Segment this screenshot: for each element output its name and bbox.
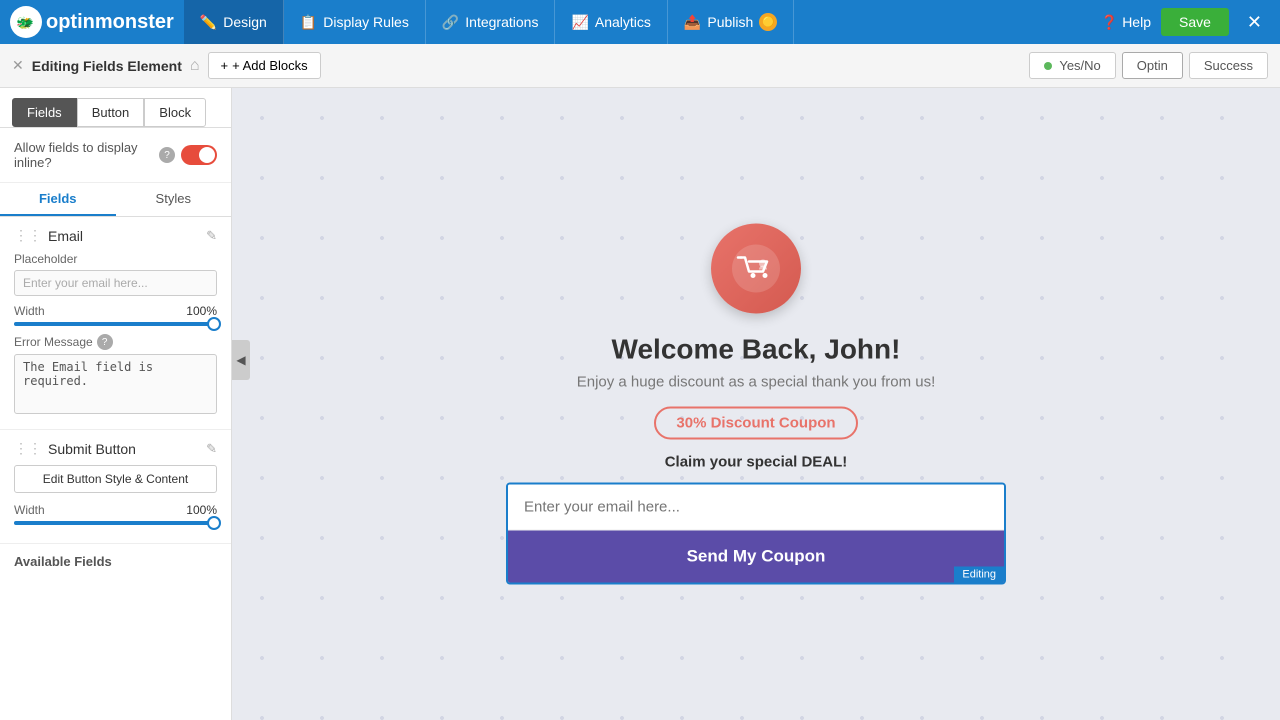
width-value-email: 100%	[186, 304, 217, 318]
width-slider-email[interactable]	[14, 322, 217, 326]
editing-title: Editing Fields Element	[32, 58, 182, 74]
view-yes-no-button[interactable]: Yes/No	[1029, 52, 1116, 79]
logo-text: optinmonster	[46, 11, 174, 34]
home-icon[interactable]: ⌂	[190, 57, 200, 75]
sub-tab-styles[interactable]: Styles	[116, 183, 232, 216]
canvas-area: Welcome Back, John! Enjoy a huge discoun…	[232, 88, 1280, 720]
popup-content: Welcome Back, John! Enjoy a huge discoun…	[506, 224, 1006, 585]
error-msg-textarea[interactable]: The Email field is required.	[14, 354, 217, 414]
submit-section-header: ⋮⋮ Submit Button ✎	[14, 440, 217, 457]
view-success-button[interactable]: Success	[1189, 52, 1268, 79]
help-button[interactable]: ❓ Help	[1101, 14, 1151, 31]
claim-deal-text: Claim your special DEAL!	[506, 454, 1006, 471]
range-fill-submit	[14, 521, 217, 525]
close-button[interactable]: ✕	[1239, 8, 1270, 37]
inline-help-icon[interactable]: ?	[159, 147, 175, 163]
nav-tab-design[interactable]: ✏️ Design	[184, 0, 284, 44]
available-fields-label: Available Fields	[0, 544, 231, 573]
logo: 🐲 optinmonster	[10, 6, 174, 38]
width-slider-submit[interactable]	[14, 521, 217, 525]
analytics-icon: 📈	[571, 14, 588, 31]
popup-subtitle: Enjoy a huge discount as a special thank…	[506, 374, 1006, 391]
nav-tabs: ✏️ Design 📋 Display Rules 🔗 Integrations…	[184, 0, 795, 44]
email-field-section: ⋮⋮ Email ✎ Placeholder Width 100% Error …	[0, 217, 231, 430]
nav-tab-publish[interactable]: 📤 Publish 🟡	[668, 0, 794, 44]
popup-title: Welcome Back, John!	[506, 334, 1006, 366]
shopping-cart-icon	[731, 244, 781, 294]
logo-icon: 🐲	[10, 6, 42, 38]
tab-fields[interactable]: Fields	[12, 98, 77, 127]
editing-tag: Editing	[954, 567, 1004, 583]
publish-badge: 🟡	[759, 13, 777, 31]
view-switcher: Yes/No Optin Success	[1029, 52, 1268, 79]
submit-button-title: Submit Button	[48, 441, 200, 457]
optin-submit-button[interactable]: Send My Coupon	[508, 531, 1004, 583]
secondary-navigation: ✕ Editing Fields Element ⌂ + + Add Block…	[0, 44, 1280, 88]
secondary-left: ✕ Editing Fields Element ⌂ + + Add Block…	[12, 52, 321, 79]
drag-handle-email[interactable]: ⋮⋮	[14, 227, 42, 244]
width-label-email: Width	[14, 304, 45, 318]
width-label-submit: Width	[14, 503, 45, 517]
error-msg-help-icon[interactable]: ?	[97, 334, 113, 350]
inline-toggle-switch[interactable]	[181, 145, 217, 165]
inline-label: Allow fields to display inline?	[14, 140, 153, 170]
svg-text:🐲: 🐲	[16, 16, 34, 32]
nav-tab-display-rules[interactable]: 📋 Display Rules	[284, 0, 426, 44]
display-rules-icon: 📋	[300, 14, 317, 31]
view-optin-button[interactable]: Optin	[1122, 52, 1183, 79]
yes-no-dot	[1044, 62, 1052, 70]
popup-icon-circle	[711, 224, 801, 314]
placeholder-input[interactable]	[14, 270, 217, 296]
close-editing-button[interactable]: ✕	[12, 57, 24, 74]
coupon-badge: 30% Discount Coupon	[654, 407, 857, 440]
optin-form-box: Send My Coupon Editing	[506, 483, 1006, 585]
toggle-knob	[199, 147, 215, 163]
range-fill-email	[14, 322, 217, 326]
error-msg-row: Error Message ?	[14, 334, 217, 350]
drag-handle-submit[interactable]: ⋮⋮	[14, 440, 42, 457]
add-blocks-button[interactable]: + + Add Blocks	[208, 52, 321, 79]
integrations-icon: 🔗	[442, 14, 459, 31]
width-value-submit: 100%	[186, 503, 217, 517]
sub-tab-fields[interactable]: Fields	[0, 183, 116, 216]
sidebar: Fields Button Block Allow fields to disp…	[0, 88, 232, 720]
design-icon: ✏️	[200, 14, 217, 31]
nav-tab-analytics[interactable]: 📈 Analytics	[555, 0, 667, 44]
placeholder-label: Placeholder	[14, 252, 217, 266]
nav-right: ❓ Help Save ✕	[1101, 8, 1270, 37]
sub-tabs: Fields Styles	[0, 183, 231, 217]
inline-toggle-row: Allow fields to display inline? ?	[0, 128, 231, 183]
field-type-tabs: Fields Button Block	[0, 88, 231, 128]
edit-button-style-button[interactable]: Edit Button Style & Content	[14, 465, 217, 493]
range-thumb-submit[interactable]	[207, 516, 221, 530]
nav-tab-integrations[interactable]: 🔗 Integrations	[426, 0, 556, 44]
top-navigation: 🐲 optinmonster ✏️ Design 📋 Display Rules…	[0, 0, 1280, 44]
save-button[interactable]: Save	[1161, 8, 1229, 36]
error-msg-label: Error Message	[14, 335, 93, 349]
edit-submit-pencil[interactable]: ✎	[206, 441, 217, 457]
publish-icon: 📤	[684, 14, 701, 31]
edit-email-pencil[interactable]: ✎	[206, 228, 217, 244]
plus-icon: +	[221, 58, 229, 73]
range-thumb-email[interactable]	[207, 317, 221, 331]
submit-button-section: ⋮⋮ Submit Button ✎ Edit Button Style & C…	[0, 430, 231, 544]
help-icon: ❓	[1101, 14, 1118, 31]
tab-block[interactable]: Block	[144, 98, 206, 127]
collapse-sidebar-button[interactable]: ◀	[232, 340, 250, 380]
main-layout: Fields Button Block Allow fields to disp…	[0, 88, 1280, 720]
email-field-title: Email	[48, 228, 200, 244]
email-field-header: ⋮⋮ Email ✎	[14, 227, 217, 244]
tab-button[interactable]: Button	[77, 98, 145, 127]
optin-email-input[interactable]	[508, 485, 1004, 531]
